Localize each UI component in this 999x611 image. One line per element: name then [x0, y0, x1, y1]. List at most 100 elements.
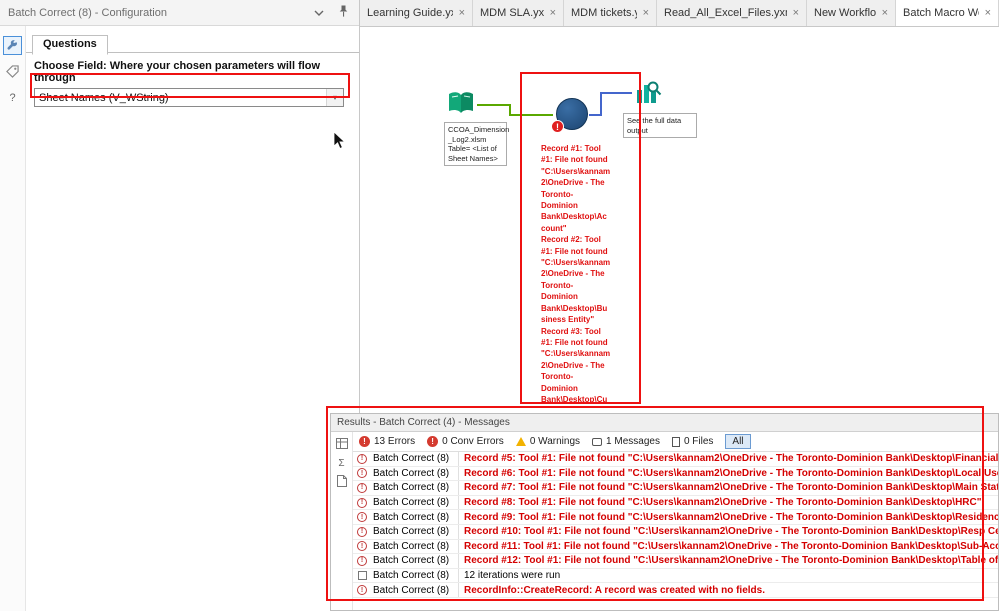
error-badge-icon: ! — [551, 120, 564, 133]
result-message: RecordInfo::CreateRecord: A record was c… — [464, 584, 765, 596]
tag-icon[interactable] — [3, 62, 22, 81]
all-filter-button[interactable]: All — [725, 434, 751, 449]
close-icon[interactable]: × — [793, 7, 799, 19]
result-row[interactable]: ! Batch Correct (8) Record #12: Tool #1:… — [353, 554, 998, 569]
browse-icon — [634, 81, 662, 111]
workflow-tab-label: New Workflow12* — [814, 7, 876, 19]
result-row[interactable]: ! Batch Correct (8) Record #10: Tool #1:… — [353, 524, 998, 540]
result-tool-name: Batch Correct (8) — [371, 524, 459, 539]
workflow-tab-bar: Learning Guide.yxmd × MDM SLA.yxmd* × MD… — [360, 0, 999, 27]
result-tool-name: Batch Correct (8) — [371, 510, 459, 524]
conv-errors-count: 0 Conv Errors — [442, 436, 504, 447]
close-icon[interactable]: × — [459, 7, 465, 19]
tab-questions[interactable]: Questions — [32, 35, 108, 55]
message-icon — [592, 437, 603, 446]
result-message: Record #7: Tool #1: File not found "C:\U… — [464, 482, 998, 494]
warnings-filter[interactable]: 0 Warnings — [515, 436, 580, 447]
close-icon[interactable]: × — [882, 7, 888, 19]
messages-count: 1 Messages — [606, 436, 660, 447]
result-row[interactable]: ! Batch Correct (8) Record #5: Tool #1: … — [353, 452, 998, 467]
configuration-header: Batch Correct (8) - Configuration — [0, 0, 359, 26]
workflow-canvas[interactable]: CCOA_Dimension _Log2.xlsm Table= <List o… — [360, 27, 999, 413]
workflow-tab[interactable]: Learning Guide.yxmd × — [360, 0, 473, 26]
conv-errors-filter[interactable]: ! 0 Conv Errors — [427, 436, 504, 447]
files-filter[interactable]: 0 Files — [671, 436, 714, 447]
results-rows: ! Batch Correct (8) Record #5: Tool #1: … — [353, 452, 998, 610]
dropdown-arrow-icon[interactable]: ▾ — [326, 89, 343, 106]
severity-icon: ! — [353, 512, 371, 523]
macro-error-text: Record #1: Tool #1: File not found "C:\U… — [541, 144, 611, 404]
workflow-tab[interactable]: MDM tickets.yxmd × — [564, 0, 657, 26]
errors-count: 13 Errors — [374, 436, 416, 447]
severity-icon: ! — [353, 453, 371, 464]
conv-error-icon: ! — [427, 436, 439, 447]
wrench-icon[interactable] — [3, 36, 22, 55]
table-view-icon[interactable] — [335, 438, 348, 452]
result-tool-name: Batch Correct (8) — [371, 539, 459, 554]
result-message: Record #6: Tool #1: File not found "C:\U… — [464, 467, 998, 479]
configuration-title: Batch Correct (8) - Configuration — [8, 6, 167, 19]
severity-icon: ! — [353, 555, 371, 566]
close-icon[interactable]: × — [985, 7, 991, 19]
chevron-down-icon — [314, 7, 324, 19]
config-content: Questions Choose Field: Where your chose… — [26, 26, 359, 611]
workflow-tab[interactable]: Read_All_Excel_Files.yxmd* × — [657, 0, 807, 26]
severity-icon: ! — [353, 526, 371, 537]
errors-filter[interactable]: ! 13 Errors — [359, 436, 415, 447]
summary-icon[interactable]: Σ — [338, 458, 344, 469]
result-tool-name: Batch Correct (8) — [371, 554, 459, 568]
messages-filter[interactable]: 1 Messages — [592, 436, 660, 447]
field-dropdown[interactable]: Sheet Names (V_WString) ▾ — [34, 88, 344, 107]
results-side-strip: Σ — [331, 432, 353, 610]
result-tool-name: Batch Correct (8) — [371, 481, 459, 495]
book-icon — [446, 92, 476, 122]
app-root: { "config": { "title": "Batch Correct (8… — [0, 0, 999, 611]
configuration-panel: Batch Correct (8) - Configuration ? Ques… — [0, 0, 360, 611]
file-icon — [671, 436, 680, 447]
result-row[interactable]: ! Batch Correct (8) Record #11: Tool #1:… — [353, 539, 998, 555]
result-tool-name: Batch Correct (8) — [371, 452, 459, 466]
canvas-area: Learning Guide.yxmd × MDM SLA.yxmd* × MD… — [360, 0, 999, 413]
result-tool-name: Batch Correct (8) — [371, 583, 459, 597]
result-row[interactable]: ! Batch Correct (8) Record #6: Tool #1: … — [353, 466, 998, 482]
severity-icon — [353, 571, 371, 581]
collapse-button[interactable] — [311, 5, 327, 21]
result-row[interactable]: ! Batch Correct (8) Record #8: Tool #1: … — [353, 495, 998, 511]
browse-tool-caption[interactable]: See the full data output — [623, 113, 697, 138]
workflow-tab-label: Read_All_Excel_Files.yxmd* — [664, 7, 787, 19]
result-tool-name: Batch Correct (8) — [371, 568, 459, 583]
result-row[interactable]: ! Batch Correct (8) Record #7: Tool #1: … — [353, 481, 998, 496]
notes-icon[interactable] — [336, 475, 347, 490]
close-icon[interactable]: × — [643, 7, 649, 19]
browse-tool[interactable] — [634, 79, 662, 107]
results-title: Results - Batch Correct (4) - Messages — [337, 417, 510, 428]
workflow-tab-label: MDM SLA.yxmd* — [480, 7, 544, 19]
pin-icon — [338, 5, 349, 20]
results-toolbar: ! 13 Errors ! 0 Conv Errors 0 Warnings 1… — [353, 432, 998, 452]
severity-icon: ! — [353, 482, 371, 493]
input-tool[interactable] — [446, 88, 476, 118]
workflow-tab[interactable]: New Workflow12* × — [807, 0, 896, 26]
result-message: Record #9: Tool #1: File not found "C:\U… — [464, 511, 998, 523]
close-icon[interactable]: × — [550, 7, 556, 19]
connection-wires — [477, 92, 632, 116]
result-row[interactable]: ! Batch Correct (8) RecordInfo::CreateRe… — [353, 583, 998, 598]
results-header: Results - Batch Correct (4) - Messages — [331, 414, 998, 432]
help-icon[interactable]: ? — [3, 88, 22, 107]
results-panel: Results - Batch Correct (4) - Messages Σ… — [330, 413, 999, 611]
workflow-tab[interactable]: Batch Macro Workfl × — [896, 0, 999, 26]
result-tool-name: Batch Correct (8) — [371, 466, 459, 481]
warning-icon — [515, 437, 526, 446]
workflow-tab-label: MDM tickets.yxmd — [571, 7, 637, 19]
severity-icon: ! — [353, 497, 371, 508]
files-count: 0 Files — [683, 436, 714, 447]
result-message: Record #11: Tool #1: File not found "C:\… — [464, 540, 998, 552]
workflow-tab[interactable]: MDM SLA.yxmd* × — [473, 0, 564, 26]
input-tool-caption[interactable]: CCOA_Dimension _Log2.xlsm Table= <List o… — [444, 122, 509, 166]
result-tool-name: Batch Correct (8) — [371, 495, 459, 510]
result-row[interactable]: ! Batch Correct (8) Record #9: Tool #1: … — [353, 510, 998, 525]
pin-button[interactable] — [335, 5, 351, 21]
question-label: Choose Field: Where your chosen paramete… — [34, 60, 321, 84]
result-message: Record #8: Tool #1: File not found "C:\U… — [464, 497, 982, 509]
result-row[interactable]: Batch Correct (8) 12 iterations were run — [353, 568, 998, 584]
